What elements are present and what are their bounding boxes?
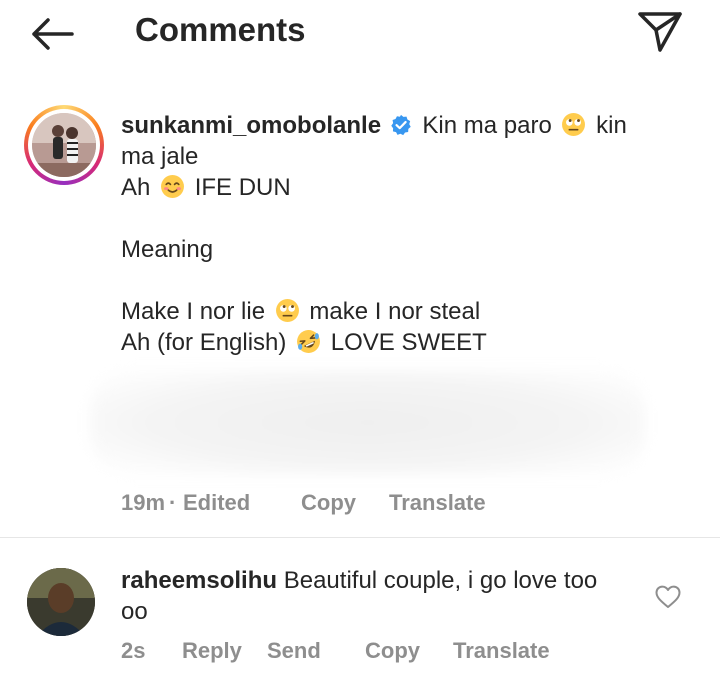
paper-plane-icon[interactable] <box>636 10 684 54</box>
comment-text: Make I nor lie <box>121 298 266 325</box>
edited-label: Edited <box>183 490 251 515</box>
copy-button[interactable]: Copy <box>365 638 420 664</box>
avatar-photo <box>27 568 95 636</box>
comment-text: Ah (for English) <box>121 329 287 356</box>
arrow-left-icon[interactable] <box>28 14 76 54</box>
comment-text: oo <box>121 598 148 625</box>
rofl-emoji-icon <box>297 330 321 353</box>
translate-button[interactable]: Translate <box>453 638 550 664</box>
comment-username[interactable]: sunkanmi_omobolanle <box>121 112 381 139</box>
page-title: Comments <box>135 11 306 48</box>
smiling-face-emoji-icon <box>161 175 184 198</box>
send-button[interactable]: Send <box>267 638 321 664</box>
avatar-photo <box>32 113 96 177</box>
comment-text: IFE DUN <box>194 174 291 201</box>
comment-text: kin <box>596 112 627 139</box>
rolling-eyes-emoji-icon <box>275 299 299 322</box>
avatar <box>32 113 96 177</box>
comment-text: Beautiful couple, i go love too <box>283 567 598 594</box>
comment-text: Ah <box>121 174 151 201</box>
avatar-story-ring[interactable] <box>24 105 104 185</box>
comment-text: ma jale <box>121 143 199 170</box>
avatar[interactable] <box>27 568 95 636</box>
meta-separator: · <box>169 490 177 515</box>
translate-button[interactable]: Translate <box>389 490 486 516</box>
comment-text: Kin ma paro <box>422 112 552 139</box>
comment-username[interactable]: raheemsolihu <box>121 567 277 594</box>
redacted-region <box>90 370 645 475</box>
copy-button[interactable]: Copy <box>301 490 356 516</box>
top-bar: Comments <box>0 0 720 66</box>
timestamp: 2s <box>121 638 146 663</box>
verified-badge-icon <box>391 114 411 136</box>
comment-text: Meaning <box>121 236 214 263</box>
comment-text: make I nor steal <box>309 298 481 325</box>
reply-button[interactable]: Reply <box>182 638 242 664</box>
heart-outline-icon[interactable] <box>655 585 681 609</box>
rolling-eyes-emoji-icon <box>562 113 586 136</box>
timestamp: 19m <box>121 490 166 515</box>
comment-text: LOVE SWEET <box>330 329 487 356</box>
comment-body: sunkanmi_omobolanle Kin ma paro kin ma j… <box>121 110 661 358</box>
divider <box>0 537 720 538</box>
comment-body: raheemsolihu Beautiful couple, i go love… <box>121 565 641 627</box>
